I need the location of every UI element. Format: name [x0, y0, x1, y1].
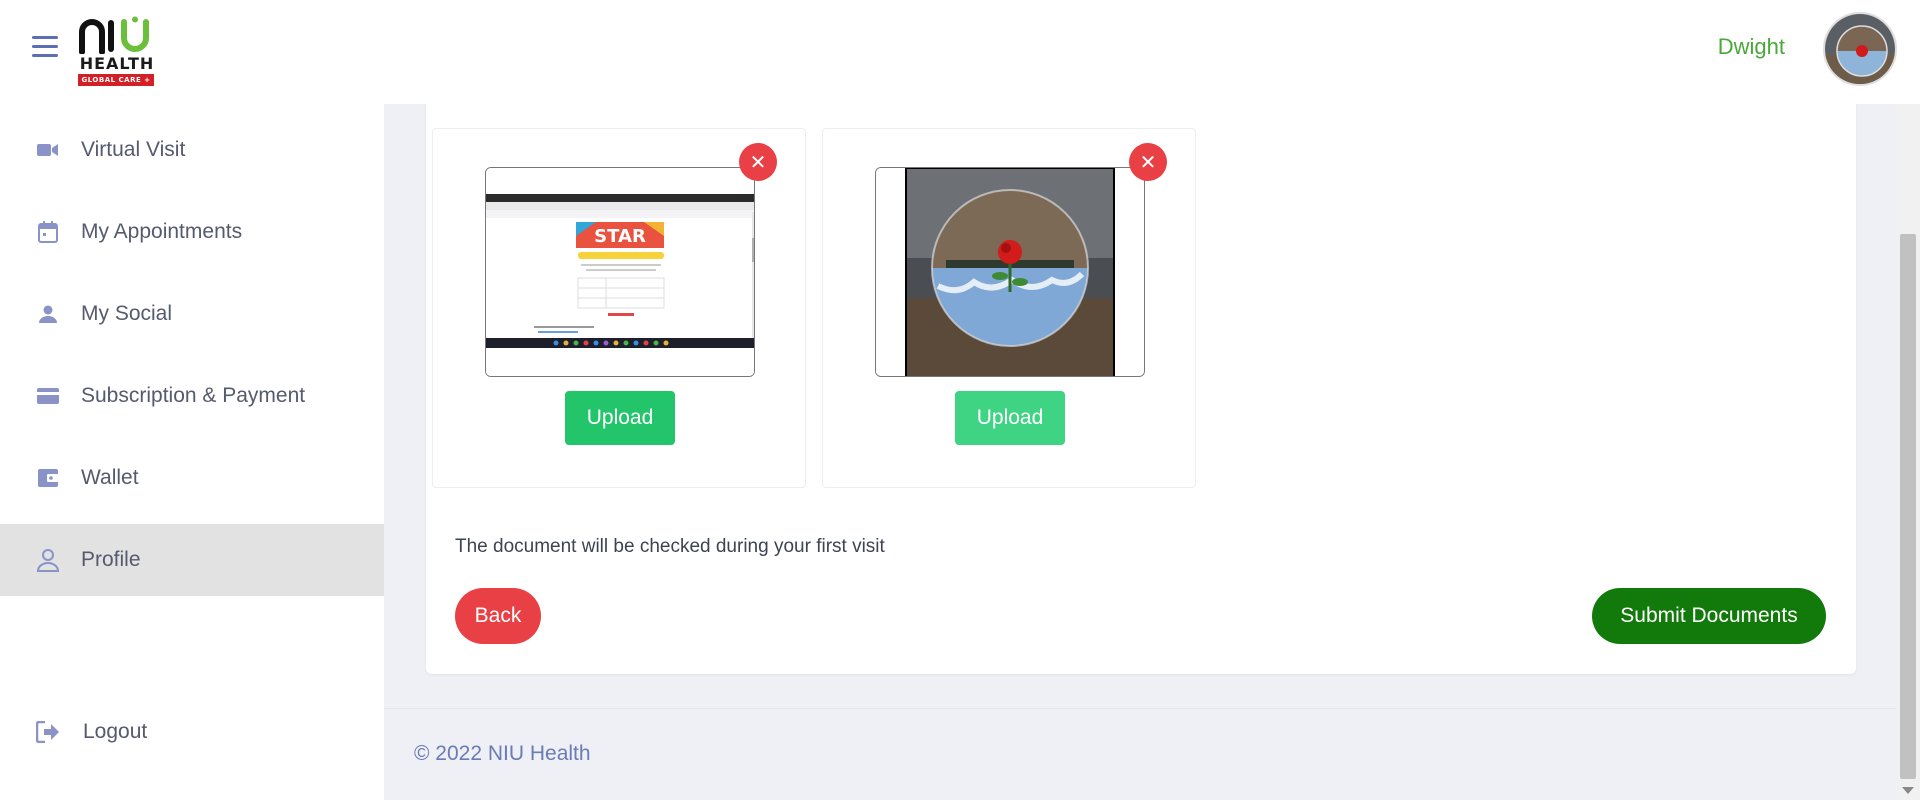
niu-health-logo[interactable]: HEALTH GLOBAL CARE +	[76, 16, 158, 88]
page-scrollbar[interactable]	[1896, 104, 1920, 800]
copyright-text: © 2022 NIU Health	[414, 742, 591, 765]
remove-document-1-button[interactable]: ✕	[739, 143, 777, 181]
video-camera-icon	[36, 138, 60, 162]
close-icon: ✕	[749, 150, 767, 174]
sidebar-item-label: Virtual Visit	[81, 138, 186, 161]
screenshot-preview-image: STAR	[486, 168, 754, 376]
sidebar-item-label: Profile	[81, 548, 141, 571]
upload-button-2[interactable]: Upload	[955, 391, 1065, 445]
profile-icon	[36, 548, 60, 572]
sidebar-item-subscription-payment[interactable]: Subscription & Payment	[0, 360, 384, 432]
scrollbar-thumb[interactable]	[1900, 234, 1916, 779]
preview-star-text: STAR	[594, 226, 646, 247]
document-slot-2: ✕ Upload	[822, 128, 1196, 488]
user-avatar[interactable]	[1823, 12, 1897, 86]
wallet-icon	[36, 466, 60, 490]
sidebar-item-label: My Appointments	[81, 220, 243, 243]
person-icon	[36, 302, 60, 326]
document-slot-1: STAR ✕ Upload	[432, 128, 806, 488]
sidebar-item-virtual-visit[interactable]: Virtual Visit	[0, 114, 384, 186]
top-header: HEALTH GLOBAL CARE + Dwight	[0, 0, 1920, 104]
upload-button-1[interactable]: Upload	[565, 391, 675, 445]
sidebar-item-my-social[interactable]: My Social	[0, 278, 384, 350]
sidebar-item-profile[interactable]: Profile	[0, 524, 384, 596]
scroll-down-arrow-icon[interactable]	[1902, 787, 1914, 794]
calendar-icon	[36, 220, 60, 244]
document-preview-2[interactable]	[875, 167, 1145, 377]
sidebar-item-my-appointments[interactable]: My Appointments	[0, 196, 384, 268]
hamburger-menu-icon[interactable]	[32, 36, 58, 58]
sidebar: Virtual Visit My Appointments My Social …	[0, 104, 384, 800]
crystal-ball-photo	[876, 168, 1144, 376]
avatar-image	[1825, 14, 1895, 84]
logo-tagline: GLOBAL CARE +	[78, 74, 154, 86]
sidebar-item-label: Subscription & Payment	[81, 384, 306, 407]
user-name[interactable]: Dwight	[1718, 34, 1785, 60]
sidebar-item-label: Wallet	[81, 466, 139, 489]
logout-icon	[36, 720, 60, 744]
document-check-note: The document will be checked during your…	[455, 536, 885, 557]
sidebar-item-wallet[interactable]: Wallet	[0, 442, 384, 514]
sidebar-item-label: My Social	[81, 302, 173, 325]
close-icon: ✕	[1139, 150, 1157, 174]
sidebar-item-logout[interactable]: Logout	[0, 696, 384, 768]
niu-logo-mark	[79, 16, 149, 54]
document-upload-card: STAR ✕ Upload ✕ Upload The document will…	[426, 104, 1856, 674]
submit-documents-button[interactable]: Submit Documents	[1592, 588, 1826, 644]
sidebar-item-label: Logout	[83, 720, 148, 743]
footer-divider	[384, 708, 1896, 709]
logo-wordmark: HEALTH	[79, 54, 155, 73]
credit-card-icon	[36, 384, 60, 408]
back-button[interactable]: Back	[455, 588, 541, 644]
remove-document-2-button[interactable]: ✕	[1129, 143, 1167, 181]
document-preview-1[interactable]: STAR	[485, 167, 755, 377]
